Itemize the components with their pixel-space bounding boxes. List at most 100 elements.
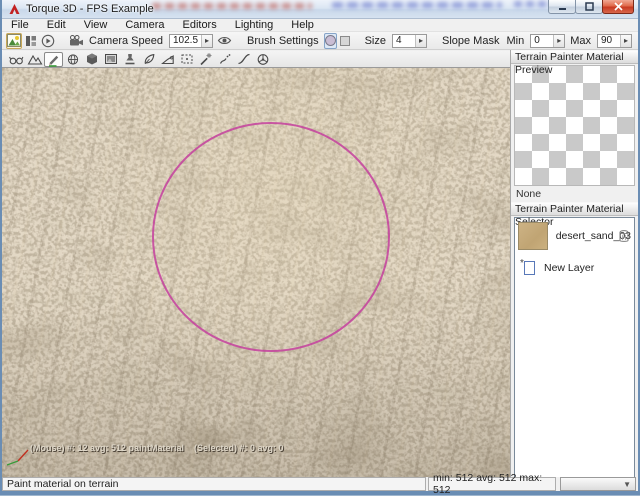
brush-shape-square-button[interactable] <box>339 33 351 49</box>
play-game-button[interactable] <box>40 33 56 49</box>
menu-view[interactable]: View <box>75 19 117 32</box>
grab-terrain-tool-button[interactable] <box>6 52 25 67</box>
material-list[interactable]: desert_sand_03 * New Layer <box>514 217 635 485</box>
brush-settings-label: Brush Settings <box>247 35 319 47</box>
smooth-height-tool-button[interactable] <box>63 52 82 67</box>
slope-max-dropdown-icon[interactable]: ▸ <box>620 35 631 47</box>
height-stats: min: 512 avg: 512 max: 512 <box>428 477 556 491</box>
menu-lighting[interactable]: Lighting <box>226 19 283 32</box>
menu-editors[interactable]: Editors <box>173 19 225 32</box>
main-toolbar: Camera Speed 102.5 ▸ Brush Settings Size… <box>2 32 638 50</box>
title-bar[interactable]: Torque 3D - FPS Example <box>2 0 638 19</box>
gui-editor-button[interactable] <box>24 33 38 49</box>
torque-logo-icon <box>8 3 21 16</box>
set-height-tool-button[interactable] <box>120 52 139 67</box>
material-wheel-tool-button[interactable] <box>253 52 272 67</box>
mouse-stats-overlay: (Mouse) #: 12 avg: 512 paintMaterial <box>30 443 184 453</box>
maximize-icon <box>585 2 594 11</box>
slope-min-value[interactable]: 0 <box>531 35 553 46</box>
close-button[interactable] <box>602 0 634 14</box>
slope-min-input[interactable]: 0 ▸ <box>530 34 565 48</box>
delete-material-icon[interactable] <box>619 230 629 243</box>
flatten-height-tool-button[interactable] <box>101 52 120 67</box>
visibility-button[interactable] <box>216 33 233 49</box>
menu-bar: File Edit View Camera Editors Lighting H… <box>2 19 638 32</box>
material-thumbnail[interactable] <box>518 222 548 250</box>
paint-brush-icon <box>46 51 62 67</box>
status-bar: Paint material on terrain min: 512 avg: … <box>2 477 638 491</box>
select-area-tool-button[interactable] <box>177 52 196 67</box>
slope-mask-label: Slope Mask <box>442 35 499 47</box>
set-empty-tool-button[interactable] <box>158 52 177 67</box>
material-preview-checkerboard <box>514 65 635 186</box>
app-window: Torque 3D - FPS Example File Edit View C… <box>0 0 640 495</box>
brush-soft-icon <box>217 51 233 67</box>
camera-speed-label: Camera Speed <box>89 35 163 47</box>
selected-stats-overlay: (Selected) #: 0 avg: 0 <box>194 443 284 453</box>
brush-size-dropdown-icon[interactable]: ▸ <box>415 35 426 47</box>
camera-icon <box>69 35 84 46</box>
camera-speed-input[interactable]: 102.5 ▸ <box>169 34 213 48</box>
slope-max-input[interactable]: 90 ▸ <box>597 34 632 48</box>
raise-height-tool-button[interactable] <box>25 52 44 67</box>
circle-brush-icon <box>325 35 336 46</box>
paint-brush-tool-button[interactable] <box>44 52 63 67</box>
menu-file[interactable]: File <box>2 19 38 32</box>
background-blur-decoration <box>152 3 312 9</box>
camera-speed-dropdown-icon[interactable]: ▸ <box>201 35 212 47</box>
close-icon <box>614 2 623 11</box>
magic-wand-tool-button[interactable] <box>196 52 215 67</box>
slope-curve-tool-button[interactable] <box>234 52 253 67</box>
paint-noise-icon <box>84 51 100 67</box>
window-title: Torque 3D - FPS Example <box>26 3 154 15</box>
brush-overlay <box>2 68 510 477</box>
chevron-down-icon: ▼ <box>623 480 631 489</box>
square-brush-icon <box>340 36 350 46</box>
brush-outline-circle <box>153 123 389 351</box>
grab-terrain-icon <box>8 51 24 67</box>
clear-terrain-icon <box>141 51 157 67</box>
terrain-viewport[interactable]: (Mouse) #: 12 avg: 512 paintMaterial (Se… <box>2 68 510 477</box>
play-icon <box>41 34 55 48</box>
layout-icon <box>25 35 37 47</box>
material-preview-header: Terrain Painter Material Preview <box>511 50 638 64</box>
brush-size-label: Size <box>365 35 386 47</box>
brush-shape-circle-button[interactable] <box>324 33 337 49</box>
camera-menu-button[interactable] <box>68 33 85 49</box>
slope-min-label: Min <box>506 35 524 47</box>
select-area-icon <box>179 51 195 67</box>
menu-help[interactable]: Help <box>282 19 323 32</box>
brush-size-input[interactable]: 4 ▸ <box>392 34 427 48</box>
menu-edit[interactable]: Edit <box>38 19 75 32</box>
terrain-painter-panel: Terrain Painter Material Preview None Te… <box>510 50 638 477</box>
slope-max-value[interactable]: 90 <box>598 35 620 46</box>
clear-terrain-tool-button[interactable] <box>139 52 158 67</box>
slope-max-label: Max <box>570 35 591 47</box>
brush-size-value[interactable]: 4 <box>393 35 415 46</box>
new-layer-icon: * <box>521 260 535 276</box>
raise-height-icon <box>27 51 43 67</box>
brush-soft-tool-button[interactable] <box>215 52 234 67</box>
camera-speed-value[interactable]: 102.5 <box>170 35 201 46</box>
material-wheel-icon <box>255 51 271 67</box>
maximize-button[interactable] <box>575 0 603 14</box>
minimize-icon <box>558 2 567 11</box>
smooth-height-icon <box>65 51 81 67</box>
material-selector-header: Terrain Painter Material Selector <box>511 202 638 216</box>
paint-noise-tool-button[interactable] <box>82 52 101 67</box>
flatten-height-icon <box>103 51 119 67</box>
new-layer-item[interactable]: * New Layer <box>515 254 634 280</box>
background-blur-decoration <box>332 2 502 8</box>
magic-wand-icon <box>198 51 214 67</box>
new-layer-label[interactable]: New Layer <box>544 262 594 274</box>
set-empty-icon <box>160 51 176 67</box>
menu-camera[interactable]: Camera <box>116 19 173 32</box>
slope-min-dropdown-icon[interactable]: ▸ <box>553 35 564 47</box>
world-editor-button[interactable] <box>6 33 22 49</box>
material-list-item[interactable]: desert_sand_03 <box>515 218 634 254</box>
eye-icon <box>217 35 232 46</box>
minimize-button[interactable] <box>548 0 576 14</box>
status-dropdown[interactable]: ▼ <box>560 477 636 491</box>
status-message: Paint material on terrain <box>2 477 426 491</box>
material-preview-selection: None <box>511 186 638 202</box>
